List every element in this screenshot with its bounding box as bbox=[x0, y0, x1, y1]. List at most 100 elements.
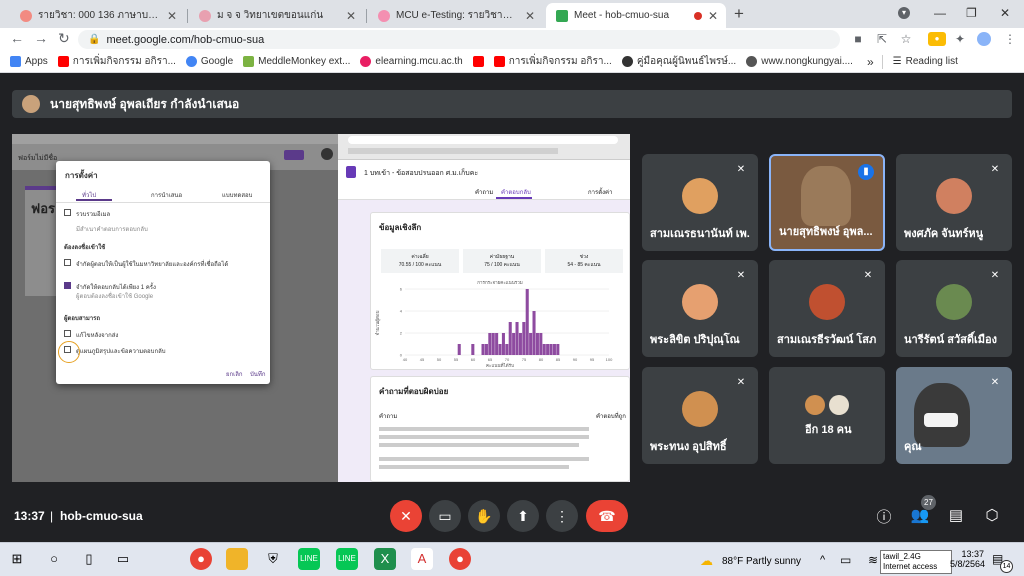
opt-collect-email-sub: มีสำเนาคำตอบการตอบกลับ bbox=[76, 227, 148, 233]
opt-restrict-org: จำกัดผู้ตอบให้เป็นผู้ใช้ในมหาวิทยาลัยและ… bbox=[76, 262, 229, 268]
x-tick-label: 40 bbox=[403, 357, 408, 362]
chevron-more-icon[interactable]: » bbox=[867, 55, 874, 69]
avatar bbox=[682, 391, 718, 427]
bookmark-youtube[interactable] bbox=[472, 56, 484, 67]
y-tick-label: 4 bbox=[400, 309, 403, 314]
close-tab-icon[interactable]: ✕ bbox=[525, 9, 535, 23]
bookmark-6[interactable]: การเพิ่มกิจกรรม อกิรา... bbox=[493, 54, 612, 69]
forward-icon[interactable]: → bbox=[34, 30, 48, 46]
participant-name: พงศภัค จันทร์หนู bbox=[904, 228, 984, 240]
camera-icon[interactable]: ■ bbox=[851, 32, 865, 46]
bookmark-meddlemonkey[interactable]: MeddleMonkey ext... bbox=[243, 56, 350, 67]
youtube-icon bbox=[57, 56, 69, 67]
extension-badge-icon[interactable]: ● bbox=[928, 32, 946, 46]
browser-tab-3[interactable]: MCU e-Testing: รายวิชาทั้งหมด✕ bbox=[368, 3, 543, 28]
store-icon[interactable]: ▭ bbox=[112, 548, 134, 570]
bookmark-7[interactable]: คู่มือคุณผู้นิพนธ์ไพรษ์... bbox=[621, 54, 736, 69]
participant-tile-speaking[interactable]: ▮ นายสุทธิพงษ์ อุพล... bbox=[769, 154, 885, 251]
address-bar[interactable]: 🔒 meet.google.com/hob-cmuo-sua bbox=[78, 30, 840, 49]
histogram-bar bbox=[532, 311, 536, 355]
close-window-icon[interactable]: ✕ bbox=[1000, 6, 1010, 20]
line-icon[interactable]: LINE bbox=[336, 548, 358, 570]
insights-card: ข้อมูลเชิงลึก ค่าเฉลี่ย 70.55 / 100 คะแนน… bbox=[370, 212, 630, 370]
tab-search-icon[interactable]: ▾ bbox=[898, 7, 910, 19]
restore-icon[interactable]: ❐ bbox=[966, 6, 977, 20]
participant-tile[interactable]: ✕ พระทนง อุปสิทธิ์ bbox=[642, 367, 758, 464]
participant-name: คุณ bbox=[904, 441, 922, 453]
histogram-bar bbox=[556, 344, 560, 355]
bookmark-star-icon[interactable]: ☆ bbox=[899, 32, 913, 46]
presenter-banner: นายสุทธิพงษ์ อุพลเถียร กำลังนำเสนอ bbox=[12, 90, 1012, 118]
excel-icon[interactable]: X bbox=[374, 548, 396, 570]
present-button[interactable]: ⬆ bbox=[507, 500, 539, 532]
windows-start-icon[interactable]: ⊞ bbox=[6, 548, 28, 570]
checkbox-restrict-org bbox=[64, 259, 71, 266]
shared-send-button bbox=[284, 150, 304, 160]
chrome-icon[interactable]: ● bbox=[190, 548, 212, 570]
activities-icon[interactable]: ⬡ bbox=[982, 506, 1002, 524]
bookmark-8[interactable]: www.nongkungyai.... bbox=[746, 56, 853, 67]
avatar bbox=[809, 284, 845, 320]
dialog-tab-presentation: การนำเสนอ bbox=[151, 193, 183, 199]
missed-title: คำถามที่ตอบผิดบ่อย bbox=[379, 387, 449, 396]
browser-tab-2[interactable]: ม จ จ วิทยาเขตขอนแก่น ✕ bbox=[189, 3, 364, 28]
x-tick-label: 50 bbox=[437, 357, 442, 362]
close-tab-icon[interactable]: ✕ bbox=[167, 9, 177, 23]
participant-tile[interactable]: ✕ พงศภัค จันทร์หนู bbox=[896, 154, 1012, 251]
histogram-bar bbox=[518, 333, 522, 355]
file-explorer-icon[interactable] bbox=[226, 548, 248, 570]
participant-tile[interactable]: ✕ นารีรัตน์ สวัสดิ์เมือง bbox=[896, 260, 1012, 357]
participant-name: นารีรัตน์ สวัสดิ์เมือง bbox=[904, 334, 997, 346]
reload-icon[interactable]: ↻ bbox=[58, 30, 70, 47]
wifi-icon[interactable]: ≋ bbox=[868, 553, 878, 567]
battery-icon[interactable]: ▭ bbox=[840, 553, 851, 567]
participant-name: สามเณรธนานันท์ เพ... bbox=[650, 228, 750, 240]
share-icon[interactable]: ⇱ bbox=[875, 32, 889, 46]
browser-tab-1[interactable]: รายวิชา: 000 136 ภาษาบาลี-ตร.ภูมิศ✕ bbox=[10, 3, 185, 28]
insights-title: ข้อมูลเชิงลึก bbox=[379, 223, 422, 232]
bookmark-google[interactable]: Google bbox=[185, 56, 233, 67]
tray-chevron-icon[interactable]: ^ bbox=[820, 554, 825, 566]
face-mask bbox=[924, 413, 958, 427]
bookmark-1[interactable]: การเพิ่มกิจกรรม อกิรา... bbox=[57, 54, 176, 69]
weather-text[interactable]: 88°F Partly sunny bbox=[722, 556, 801, 567]
back-icon[interactable]: ← bbox=[10, 30, 24, 46]
minimize-icon[interactable]: — bbox=[934, 6, 946, 20]
search-icon[interactable]: ○ bbox=[43, 548, 65, 570]
tooltip-network: tawil_2.4G bbox=[883, 552, 921, 561]
chrome-icon[interactable]: ● bbox=[449, 548, 471, 570]
leave-call-button[interactable]: ☎ bbox=[586, 500, 628, 532]
acrobat-icon[interactable]: A bbox=[411, 548, 433, 570]
others-tile[interactable]: อีก 18 คน bbox=[769, 367, 885, 464]
self-tile[interactable]: ✕ คุณ bbox=[896, 367, 1012, 464]
recording-dot-icon bbox=[693, 11, 702, 20]
menu-icon[interactable]: ⋮ bbox=[1003, 32, 1017, 46]
more-options-button[interactable]: ⋮ bbox=[546, 500, 578, 532]
close-tab-icon[interactable]: ✕ bbox=[346, 9, 356, 23]
clock[interactable]: 13:37 5/8/2564 bbox=[950, 549, 985, 569]
new-tab-button[interactable]: + bbox=[734, 4, 744, 24]
bookmark-apps[interactable]: Apps bbox=[10, 56, 48, 67]
close-tab-icon[interactable]: ✕ bbox=[708, 9, 718, 23]
missed-col-correct: คำตอบที่ถูก bbox=[596, 414, 626, 420]
camera-toggle-button[interactable]: ▭ bbox=[429, 500, 461, 532]
participant-tile[interactable]: ✕ สามเณรธนานันท์ เพ... bbox=[642, 154, 758, 251]
reading-list-button[interactable]: ☰ Reading list bbox=[893, 56, 958, 67]
profile-avatar[interactable] bbox=[977, 32, 991, 46]
participant-tile[interactable]: ✕ พระลิขิต ปริปุณฺโณ bbox=[642, 260, 758, 357]
security-icon[interactable]: ⛨ bbox=[262, 548, 284, 570]
missed-row-line bbox=[379, 435, 589, 439]
browser-tab-meet[interactable]: Meet - hob-cmuo-sua ✕ bbox=[546, 3, 726, 28]
raise-hand-button[interactable]: ✋ bbox=[468, 500, 500, 532]
avatar bbox=[682, 178, 718, 214]
presenter-avatar bbox=[22, 95, 40, 113]
info-icon[interactable]: ⓘ bbox=[874, 506, 894, 527]
participant-tile[interactable]: ✕ สามเณรธีรวัฒน์ โสภ... bbox=[769, 260, 885, 357]
task-view-icon[interactable]: ▯ bbox=[78, 548, 100, 570]
line-icon[interactable]: LINE bbox=[298, 548, 320, 570]
chat-icon[interactable]: ▤ bbox=[946, 506, 966, 524]
avatar bbox=[936, 284, 972, 320]
mic-toggle-button[interactable]: ✕ bbox=[390, 500, 422, 532]
extensions-icon[interactable]: ✦ bbox=[953, 32, 967, 46]
bookmark-elearning[interactable]: elearning.mcu.ac.th bbox=[360, 56, 463, 67]
